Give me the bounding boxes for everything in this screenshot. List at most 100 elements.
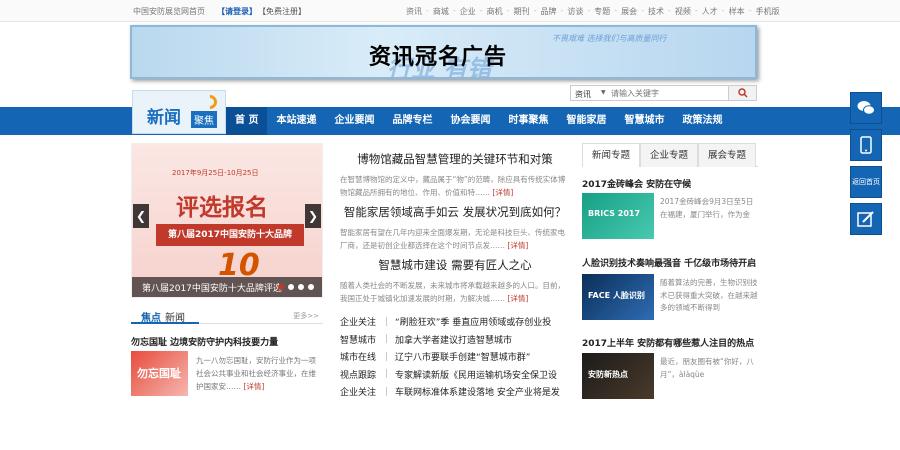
feedback-button[interactable]	[850, 203, 882, 235]
top-link-brand[interactable]: 品牌	[540, 6, 556, 17]
top-link-business[interactable]: 商机	[487, 6, 503, 17]
banner-ad[interactable]: 行业 有错 不畏艰难 选择我们与高质量同行 资讯冠名广告	[130, 25, 757, 79]
list-item-category[interactable]: 城市在线	[340, 350, 378, 363]
top-link-topic[interactable]: 专题	[594, 6, 610, 17]
nav-item-smart-home[interactable]: 智能家居	[557, 107, 615, 135]
top-link-video[interactable]: 视频	[675, 6, 691, 17]
nav-item-home[interactable]: 首 页	[226, 107, 268, 135]
news-logo: 新闻 聚焦	[132, 90, 226, 134]
nav-item-smart-city[interactable]: 智慧城市	[615, 107, 673, 135]
topic-image[interactable]: 安防新热点	[582, 353, 654, 399]
slider-dot[interactable]	[288, 284, 294, 290]
focus-detail-link[interactable]: [详情]	[243, 382, 264, 391]
nav-item-brand-column[interactable]: 品牌专栏	[383, 107, 441, 135]
separator: |	[385, 334, 389, 345]
article-summary-text: 在智慧博物馆的定义中，藏品属于“物”的范畴，除应具有传统实体博物馆藏品所拥有的地…	[340, 175, 566, 197]
phone-icon	[860, 136, 872, 154]
tab-company-topic[interactable]: 企业专题	[640, 143, 699, 167]
article-summary: 智能家居有望在几年内迎来全面爆发期，无论是科技巨头、传统家电厂商，还是初创企业都…	[340, 226, 570, 252]
slider-dots	[278, 284, 314, 290]
search-button[interactable]	[728, 86, 756, 100]
list-item-category[interactable]: 智慧城市	[340, 333, 378, 346]
article-title[interactable]: 智能家居领域高手如云 发展状况到底如何？	[340, 204, 570, 220]
nav-item-policy[interactable]: 政策法规	[673, 107, 731, 135]
top-link-talent[interactable]: 人才	[702, 6, 718, 17]
list-item-title[interactable]: “刷脸狂欢”季 垂直应用领域或存创业投	[395, 315, 551, 328]
article-block: 智能家居领域高手如云 发展状况到底如何？ 智能家居有望在几年内迎来全面爆发期，无…	[340, 204, 570, 252]
article-title[interactable]: 智慧城市建设 需要有匠人之心	[340, 257, 570, 273]
topic-image[interactable]: FACE 人脸识别	[582, 274, 654, 320]
wechat-button[interactable]	[850, 92, 882, 124]
top-link-expo[interactable]: 展会	[621, 6, 637, 17]
article-detail-link[interactable]: [详情]	[507, 294, 528, 303]
article-summary-text: 智能家居有望在几年内迎来全面爆发期，无论是科技巨头、传统家电厂商，还是初创企业都…	[340, 228, 565, 250]
top-link-mall[interactable]: 商城	[433, 6, 449, 17]
top-links: 资讯 - 商城 - 企业 - 商机 - 期刊 - 品牌 - 访谈 - 专题 - 展会 - 技术 - …	[406, 6, 780, 17]
top-link-journal[interactable]: 期刊	[514, 6, 530, 17]
list-item: 视点跟踪 | 专家解读新版《民用运输机场安全保卫设	[340, 366, 570, 384]
topic-summary: 2017金砖峰会9月3日至5日在福建，厦门举行，作为金	[660, 197, 754, 219]
list-item-title[interactable]: 加拿大学者建议打造智慧城市	[395, 333, 512, 346]
top-bar: 中国安防展览网首页 【请登录】 【免费注册】 资讯 - 商城 - 企业 - 商机 - 期…	[0, 0, 900, 22]
banner-ghost-slogan: 不畏艰难 选择我们与高质量同行	[552, 34, 667, 43]
article-block: 智慧城市建设 需要有匠人之心 随着人类社会的不断发展，未来城市将承载越来越多的人…	[340, 257, 570, 305]
nav-item-site-express[interactable]: 本站速递	[267, 107, 325, 135]
article-title[interactable]: 博物馆藏品智慧管理的关键环节和对策	[340, 151, 570, 167]
topic-title[interactable]: 人脸识别技术奏响最强音 千亿级市场待开启	[582, 256, 756, 269]
topic-image[interactable]: BRICS 2017	[582, 193, 654, 239]
top-link-sample[interactable]: 样本	[729, 6, 745, 17]
slider-dot[interactable]	[308, 284, 314, 290]
focus-headline[interactable]: 勿忘国耻 边境安防守护内科技要力量	[131, 335, 278, 348]
slider-big-text: 评选报名	[176, 194, 268, 221]
focus-more-link[interactable]: 更多>>	[293, 311, 319, 321]
list-item-title[interactable]: 车联网标准体系建设落地 安全产业将是发	[395, 385, 560, 398]
slider-next-button[interactable]: ❯	[305, 204, 321, 228]
article-block: 博物馆藏品智慧管理的关键环节和对策 在智慧博物馆的定义中，藏品属于“物”的范畴，…	[340, 151, 570, 199]
article-detail-link[interactable]: [详情]	[507, 241, 528, 250]
list-item-category[interactable]: 企业关注	[340, 385, 378, 398]
search-category-select[interactable]: 资讯	[575, 89, 591, 100]
topic-title[interactable]: 2017金砖峰会 安防在守候	[582, 177, 691, 190]
nav-item-company-news[interactable]: 企业要闻	[325, 107, 383, 135]
tab-news-topic[interactable]: 新闻专题	[582, 143, 641, 167]
search-icon	[737, 88, 748, 98]
list-item-title[interactable]: 辽宁八市要联手创建“智慧城市群”	[395, 350, 530, 363]
slider-dot[interactable]	[278, 284, 284, 290]
site-home-link[interactable]: 中国安防展览网首页	[133, 6, 205, 17]
topic-image-text: 安防新热点	[588, 370, 628, 379]
mobile-button[interactable]	[850, 129, 882, 161]
nav-item-current-focus[interactable]: 时事聚焦	[499, 107, 557, 135]
slider-caption[interactable]: 第八届2017中国安防十大品牌评选	[142, 281, 282, 294]
wechat-icon	[857, 101, 875, 115]
top-link-mobile[interactable]: 手机版	[756, 6, 780, 17]
tab-expo-topic[interactable]: 展会专题	[698, 143, 757, 167]
top-link-news[interactable]: 资讯	[406, 6, 422, 17]
list-item-category[interactable]: 企业关注	[340, 315, 378, 328]
separator: -	[614, 6, 618, 15]
list-item-title[interactable]: 专家解读新版《民用运输机场安全保卫设	[395, 368, 557, 381]
top-link-interview[interactable]: 访谈	[567, 6, 583, 17]
article-detail-link[interactable]: [详情]	[492, 188, 513, 197]
topic-title[interactable]: 2017上半年 安防都有哪些惹人注目的热点	[582, 336, 754, 349]
separator: -	[748, 6, 752, 15]
topic-summary: 随着算法的完善，生物识别技术已获得重大突破，在越来越多的领域不断得到	[660, 278, 758, 312]
list-item: 企业关注 | 车联网标准体系建设落地 安全产业将是发	[340, 383, 570, 401]
list-item: 企业关注 | “刷脸狂欢”季 垂直应用领域或存创业投	[340, 313, 570, 331]
search-input[interactable]	[611, 87, 719, 99]
separator: -	[533, 6, 537, 15]
news-list: 企业关注 | “刷脸狂欢”季 垂直应用领域或存创业投 智慧城市 | 加拿大学者建议打造智…	[340, 313, 570, 401]
focus-image[interactable]: 勿忘国耻	[131, 351, 188, 396]
login-link[interactable]: 【请登录】	[217, 6, 257, 17]
slider-prev-button[interactable]: ❮	[133, 204, 149, 228]
chevron-left-icon: ❮	[135, 209, 147, 223]
banner-title: 资讯冠名广告	[369, 44, 508, 70]
top-link-company[interactable]: 企业	[460, 6, 476, 17]
slider-dot[interactable]	[298, 284, 304, 290]
nav-item-association-news[interactable]: 协会要闻	[441, 107, 499, 135]
back-home-button[interactable]: 返回首页	[850, 166, 882, 198]
list-item-category[interactable]: 视点跟踪	[340, 368, 378, 381]
image-slider[interactable]: 2017年9月25日-10月25日 评选报名 第八届2017中国安防十大品牌 1…	[131, 143, 323, 298]
top-link-tech[interactable]: 技术	[648, 6, 664, 17]
register-link[interactable]: 【免费注册】	[258, 6, 306, 17]
focus-underline	[131, 322, 199, 324]
